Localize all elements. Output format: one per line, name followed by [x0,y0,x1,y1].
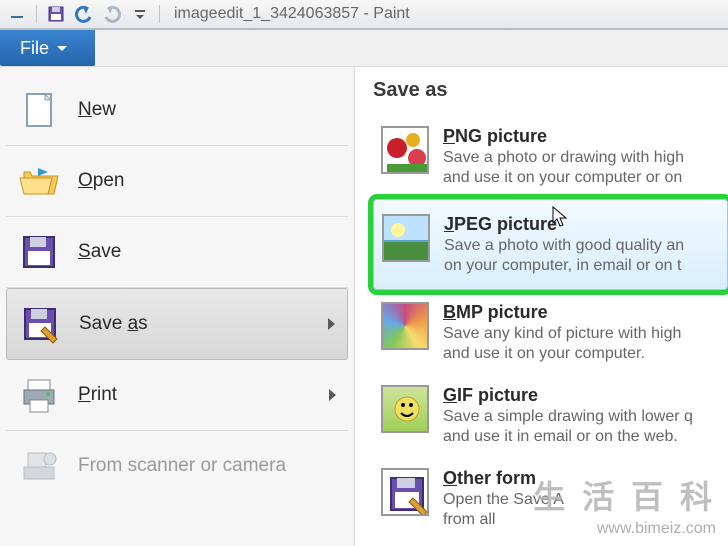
save-as-heading: Save as [373,79,728,102]
tab-file-label: File [20,38,49,59]
chevron-right-icon [329,389,336,401]
format-title: Other form [443,468,536,488]
format-desc: Save a simple drawing with lower q [443,408,693,426]
qat-customize-icon[interactable] [129,3,151,25]
menu-item-label: From scanner or camera [78,455,286,477]
format-desc: on your computer, in email or on t [444,257,684,275]
printer-icon [18,374,60,416]
save-floppy-icon [18,231,60,273]
ribbon-tabs: File [0,30,728,66]
jpeg-thumbnail-icon [382,214,430,262]
menu-item-new[interactable]: New [6,75,348,146]
format-option-gif[interactable]: GIF picture Save a simple drawing with l… [373,375,728,456]
format-desc: Save a photo with good quality an [444,237,684,255]
save-as-icon [19,303,61,345]
format-title: JPEG picture [444,214,557,234]
window-title: imageedit_1_3424063857 - Paint [174,5,410,23]
qat-titlebar: imageedit_1_3424063857 - Paint [0,0,728,30]
png-thumbnail-icon [381,126,429,174]
scanner-icon [18,445,60,487]
minimize-icon[interactable] [6,3,28,25]
file-menu-list: New Open Save Save as Print [0,67,355,546]
format-title: GIF picture [443,385,538,405]
menu-item-label: Print [78,384,117,406]
format-desc: and use it in email or on the web. [443,428,693,446]
menu-item-label: New [78,99,116,121]
watermark-url: www.bimeiz.com [597,520,716,538]
new-file-icon [18,89,60,131]
format-desc: Save any kind of picture with high [443,325,681,343]
format-desc: and use it on your computer or on [443,169,684,187]
other-formats-icon [381,468,429,516]
format-option-bmp[interactable]: BMP picture Save any kind of picture wit… [373,292,728,373]
menu-item-save-as[interactable]: Save as [6,288,348,360]
format-title: BMP picture [443,302,548,322]
open-folder-icon [18,160,60,202]
menu-item-open[interactable]: Open [6,146,348,217]
tab-file[interactable]: File [0,30,95,66]
format-title: PNG picture [443,126,547,146]
qat-redo-icon[interactable] [101,3,123,25]
menu-item-print[interactable]: Print [6,360,348,431]
format-option-jpeg[interactable]: JPEG picture Save a photo with good qual… [373,199,728,290]
menu-item-scanner: From scanner or camera [6,431,348,501]
qat-undo-icon[interactable] [73,3,95,25]
separator [36,5,37,23]
menu-item-label: Save [78,241,121,263]
menu-item-save[interactable]: Save [6,217,348,288]
menu-item-label: Save as [79,313,148,335]
format-option-png[interactable]: PNG picture Save a photo or drawing with… [373,116,728,197]
bmp-thumbnail-icon [381,302,429,350]
format-desc: Save a photo or drawing with high [443,149,684,167]
menu-item-label: Open [78,170,124,192]
gif-thumbnail-icon [381,385,429,433]
qat-save-icon[interactable] [45,3,67,25]
chevron-right-icon [328,318,335,330]
watermark-text: 生 活 百 科 [533,472,716,518]
separator [159,5,160,23]
format-desc: and use it on your computer. [443,345,681,363]
